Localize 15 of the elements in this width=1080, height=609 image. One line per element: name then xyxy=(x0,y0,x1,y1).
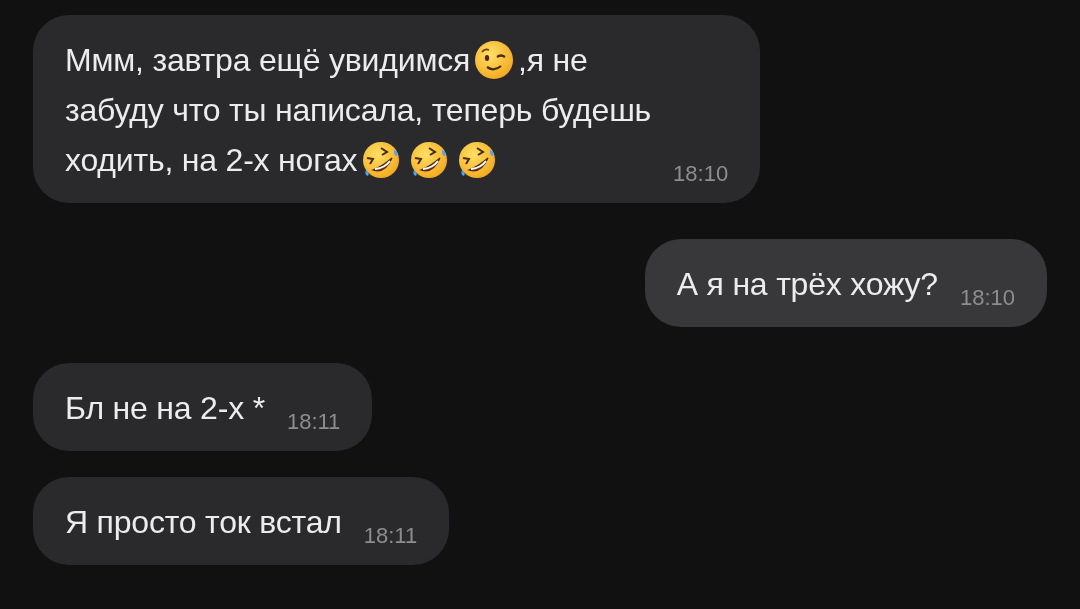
message-text: забуду что ты написала, теперь будешь xyxy=(65,91,652,129)
message-text: ,я не xyxy=(518,41,588,79)
laughing-face-icon xyxy=(409,140,450,180)
message-text: ходить, на 2-х ногах xyxy=(65,141,358,179)
message-time: 18:10 xyxy=(959,285,1015,311)
laughing-face-icon xyxy=(361,140,402,180)
message-time: 18:10 xyxy=(673,161,729,187)
winking-face-icon xyxy=(474,40,515,80)
message-text: Я просто ток встал xyxy=(65,503,342,541)
message-text: А я на трёх хожу? xyxy=(676,265,938,303)
message-time: 18:11 xyxy=(286,409,341,435)
message-time: 18:11 xyxy=(363,523,418,549)
message-text: Бл не на 2-х * xyxy=(65,389,265,427)
message-text: Ммм, завтра ещё увидимся xyxy=(65,41,471,79)
laughing-face-icon xyxy=(457,140,498,180)
